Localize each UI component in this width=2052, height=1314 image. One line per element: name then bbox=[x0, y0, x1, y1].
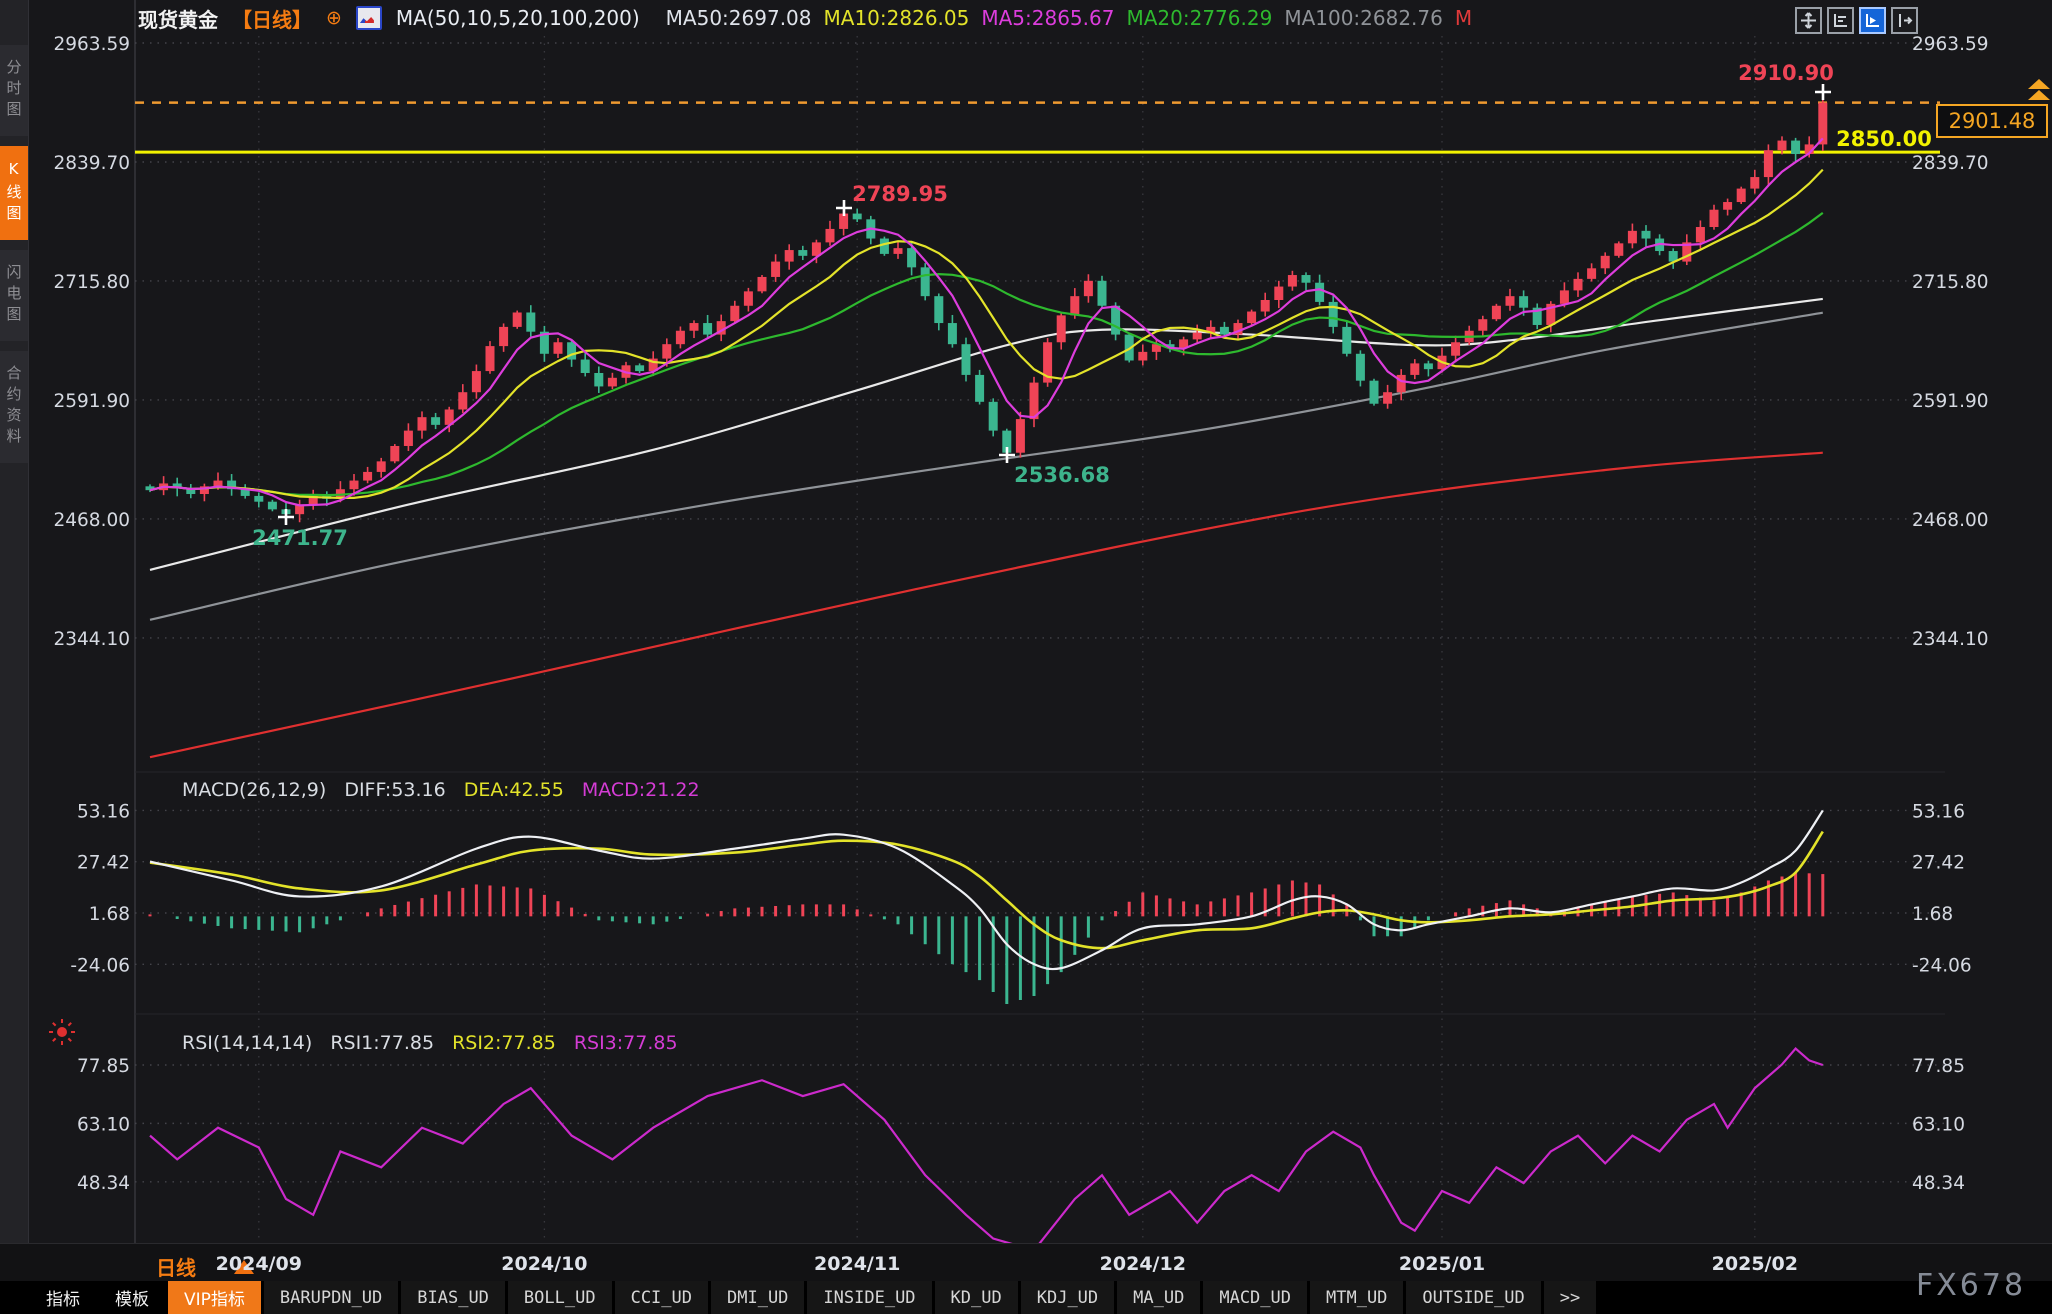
svg-text:2789.95: 2789.95 bbox=[852, 182, 948, 206]
chart-toolbar bbox=[1795, 7, 1918, 34]
ma-settings-label: MA(50,10,5,20,100,200) bbox=[396, 6, 640, 30]
watermark: FX678 bbox=[1916, 1268, 2026, 1303]
alert-icon bbox=[49, 1019, 75, 1045]
tab-kd_ud[interactable]: KD_UD bbox=[935, 1281, 1018, 1314]
ma-values: MA50:2697.08 MA10:2826.05 MA5:2865.67 MA20:… bbox=[654, 6, 1472, 30]
indicator-value-label: RSI2:77.85 bbox=[452, 1032, 556, 1054]
tab-cci_ud[interactable]: CCI_UD bbox=[615, 1281, 708, 1314]
svg-text:53.16: 53.16 bbox=[77, 801, 130, 822]
ma-value-label: MA10:2826.05 bbox=[824, 6, 970, 30]
price-up-arrow-icon bbox=[2028, 79, 2050, 103]
ma-value-label: MA20:2776.29 bbox=[1126, 6, 1272, 30]
svg-text:1.68: 1.68 bbox=[89, 904, 130, 925]
tab-kdj_ud[interactable]: KDJ_UD bbox=[1021, 1281, 1114, 1314]
svg-text:27.42: 27.42 bbox=[77, 853, 130, 874]
svg-text:2839.70: 2839.70 bbox=[53, 153, 130, 174]
tab-模板[interactable]: 模板 bbox=[99, 1281, 165, 1314]
month-label: 2024/11 bbox=[814, 1253, 900, 1275]
svg-text:2471.77: 2471.77 bbox=[252, 526, 348, 550]
svg-text:2715.80: 2715.80 bbox=[1912, 272, 1989, 293]
month-label: 2024/10 bbox=[501, 1253, 587, 1275]
month-label: 2025/02 bbox=[1712, 1253, 1798, 1275]
period-tag[interactable]: 【日线】 bbox=[232, 4, 312, 33]
month-label: 2025/01 bbox=[1399, 1253, 1485, 1275]
tab-bias_ud[interactable]: BIAS_UD bbox=[401, 1281, 505, 1314]
indicator-value-label: RSI3:77.85 bbox=[574, 1032, 678, 1054]
indicator-value-label: RSI1:77.85 bbox=[330, 1032, 434, 1054]
svg-text:2910.90: 2910.90 bbox=[1738, 61, 1834, 85]
svg-text:2344.10: 2344.10 bbox=[1912, 629, 1989, 650]
auto-scroll-icon[interactable] bbox=[1859, 7, 1886, 34]
svg-text:2963.59: 2963.59 bbox=[53, 34, 130, 55]
svg-text:2468.00: 2468.00 bbox=[53, 510, 130, 531]
ma-value-label: MA50:2697.08 bbox=[666, 6, 812, 30]
svg-text:63.10: 63.10 bbox=[1912, 1114, 1965, 1135]
indicator-tab-bar: 指标模板VIP指标BARUPDN_UDBIAS_UDBOLL_UDCCI_UDD… bbox=[0, 1281, 2052, 1314]
rsi-line bbox=[150, 1049, 1823, 1251]
left-sidebar: 分时图 K线图闪电图合约资料 bbox=[0, 0, 29, 1243]
svg-text:53.16: 53.16 bbox=[1912, 801, 1965, 822]
current-price-box: 2901.48 bbox=[1936, 104, 2048, 138]
tab-ma_ud[interactable]: MA_UD bbox=[1117, 1281, 1200, 1314]
month-label: 2024/09 bbox=[216, 1253, 302, 1275]
svg-text:2850.00: 2850.00 bbox=[1836, 127, 1932, 151]
month-label: 2024/12 bbox=[1100, 1253, 1186, 1275]
tab-dmi_ud[interactable]: DMI_UD bbox=[711, 1281, 804, 1314]
svg-text:1.68: 1.68 bbox=[1912, 904, 1953, 925]
macd-header: MACD(26,12,9) DIFF:53.16 DEA:42.55 MACD:21.… bbox=[182, 779, 700, 801]
tab-barupdn_ud[interactable]: BARUPDN_UD bbox=[264, 1281, 398, 1314]
svg-text:2591.90: 2591.90 bbox=[1912, 391, 1989, 412]
chart-header: 现货黄金 【日线】 ⊕ MA(50,10,5,20,100,200) MA50:… bbox=[138, 5, 1472, 31]
svg-text:27.42: 27.42 bbox=[1912, 853, 1965, 874]
tab-mtm_ud[interactable]: MTM_UD bbox=[1310, 1281, 1403, 1314]
svg-text:-24.06: -24.06 bbox=[1912, 955, 1972, 976]
circle-plus-icon[interactable]: ⊕ bbox=[326, 7, 342, 29]
indicator-value-label: MACD:21.22 bbox=[582, 779, 700, 801]
symbol-title: 现货黄金 bbox=[138, 4, 218, 33]
shift-right-icon[interactable] bbox=[1891, 7, 1918, 34]
chart-application: 2963.59 2963.59 2839.70 2839.70 2715.80 2715.… bbox=[0, 0, 2052, 1314]
sidebar-item-view[interactable]: 合约资料 bbox=[0, 351, 28, 463]
sidebar-item-kline[interactable]: K线图 bbox=[0, 146, 28, 240]
move-icon[interactable] bbox=[1795, 7, 1822, 34]
mini-chart-icon[interactable] bbox=[356, 6, 382, 30]
ma-value-label: MA100:2682.76 bbox=[1284, 6, 1443, 30]
svg-text:-24.06: -24.06 bbox=[70, 955, 130, 976]
svg-text:2536.68: 2536.68 bbox=[1014, 463, 1110, 487]
tab-outside_ud[interactable]: OUTSIDE_UD bbox=[1406, 1281, 1540, 1314]
svg-text:77.85: 77.85 bbox=[1912, 1056, 1965, 1077]
tab-inside_ud[interactable]: INSIDE_UD bbox=[807, 1281, 931, 1314]
indicator-value-label: RSI(14,14,14) bbox=[182, 1032, 312, 1054]
period-selector-label[interactable]: 日线 bbox=[156, 1252, 196, 1281]
svg-text:2715.80: 2715.80 bbox=[53, 272, 130, 293]
svg-text:77.85: 77.85 bbox=[77, 1056, 130, 1077]
sidebar-item-view[interactable]: 闪电图 bbox=[0, 250, 28, 341]
svg-text:48.34: 48.34 bbox=[1912, 1173, 1965, 1194]
time-axis-row: 日线 2024/09 2024/10 2024/11 2024/12 2025/01 20… bbox=[0, 1243, 2052, 1282]
indicator-value-label: DEA:42.55 bbox=[464, 779, 564, 801]
svg-text:2591.90: 2591.90 bbox=[53, 391, 130, 412]
indicator-value-label: MACD(26,12,9) bbox=[182, 779, 326, 801]
tab-指标[interactable]: 指标 bbox=[30, 1281, 96, 1314]
svg-text:2344.10: 2344.10 bbox=[53, 629, 130, 650]
sidebar-item-view[interactable]: 分时图 bbox=[0, 45, 28, 136]
tab-boll_ud[interactable]: BOLL_UD bbox=[508, 1281, 612, 1314]
svg-text:2468.00: 2468.00 bbox=[1912, 510, 1989, 531]
ma-value-label: M bbox=[1455, 6, 1472, 30]
tab-macd_ud[interactable]: MACD_UD bbox=[1203, 1281, 1307, 1314]
svg-text:63.10: 63.10 bbox=[77, 1114, 130, 1135]
rsi-header: RSI(14,14,14) RSI1:77.85 RSI2:77.85 RSI3:77… bbox=[182, 1032, 678, 1054]
svg-text:2963.59: 2963.59 bbox=[1912, 34, 1989, 55]
svg-text:2839.70: 2839.70 bbox=[1912, 153, 1989, 174]
chart-canvas[interactable]: 2963.59 2963.59 2839.70 2839.70 2715.80 2715.… bbox=[0, 0, 2052, 1314]
axis-scale-icon[interactable] bbox=[1827, 7, 1854, 34]
macd-pane bbox=[150, 810, 1823, 1004]
tab-vip指标[interactable]: VIP指标 bbox=[168, 1281, 261, 1314]
svg-text:48.34: 48.34 bbox=[77, 1173, 130, 1194]
ma-value-label: MA5:2865.67 bbox=[981, 6, 1114, 30]
tab->>[interactable]: >> bbox=[1544, 1281, 1596, 1314]
indicator-value-label: DIFF:53.16 bbox=[344, 779, 445, 801]
